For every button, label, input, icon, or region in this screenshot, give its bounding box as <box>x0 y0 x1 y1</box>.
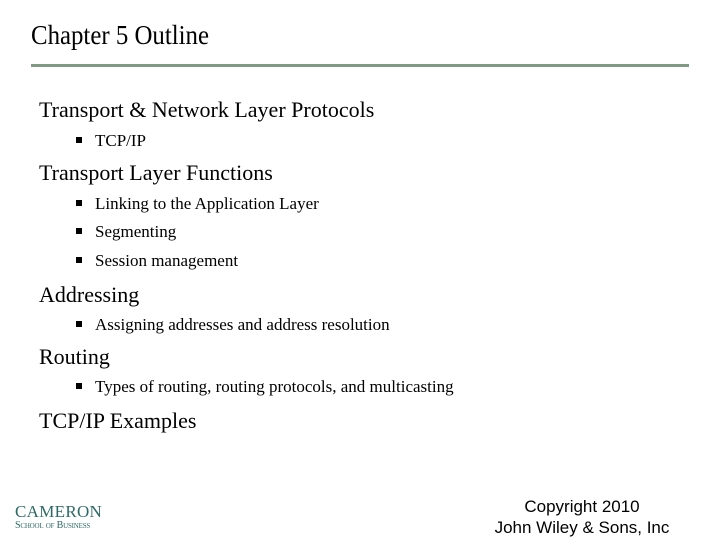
copyright-line-1: Copyright 2010 <box>524 497 640 516</box>
outline-heading: Transport & Network Layer Protocols <box>39 97 375 122</box>
outline-item-text: Session management <box>95 251 239 270</box>
outline-item-text: Linking to the Application Layer <box>95 194 319 213</box>
outline-item-text: Types of routing, routing protocols, and… <box>95 377 454 396</box>
square-bullet-icon <box>76 321 82 328</box>
outline-heading: Transport Layer Functions <box>39 160 273 185</box>
outline-item-text: Segmenting <box>95 222 177 241</box>
logo-main-text: CAMERON <box>15 502 103 521</box>
slide-title: Chapter 5 Outline <box>31 20 209 50</box>
outline-item-text: Assigning addresses and address resoluti… <box>95 315 390 334</box>
outline-heading: Routing <box>39 344 110 369</box>
square-bullet-icon <box>76 383 82 390</box>
outline-item: Segmenting <box>76 221 176 243</box>
square-bullet-icon <box>76 200 82 207</box>
outline-item-text: TCP/IP <box>95 131 147 150</box>
title-divider <box>31 64 689 67</box>
outline-item: Assigning addresses and address resoluti… <box>76 314 390 336</box>
square-bullet-icon <box>76 137 82 144</box>
outline-heading: TCP/IP Examples <box>39 408 197 433</box>
outline-heading: Addressing <box>39 282 140 307</box>
square-bullet-icon <box>76 257 82 264</box>
logo-sub-text: School of Business <box>15 520 91 531</box>
copyright-line-2: John Wiley & Sons, Inc <box>494 518 670 537</box>
outline-item: Session management <box>76 250 238 272</box>
outline-item: Types of routing, routing protocols, and… <box>76 376 454 398</box>
outline-item: TCP/IP <box>76 130 146 152</box>
square-bullet-icon <box>76 228 82 235</box>
outline-item: Linking to the Application Layer <box>76 193 319 215</box>
copyright-notice: Copyright 2010 John Wiley & Sons, Inc <box>465 496 699 538</box>
cameron-logo: CAMERON School of Business <box>15 503 102 532</box>
